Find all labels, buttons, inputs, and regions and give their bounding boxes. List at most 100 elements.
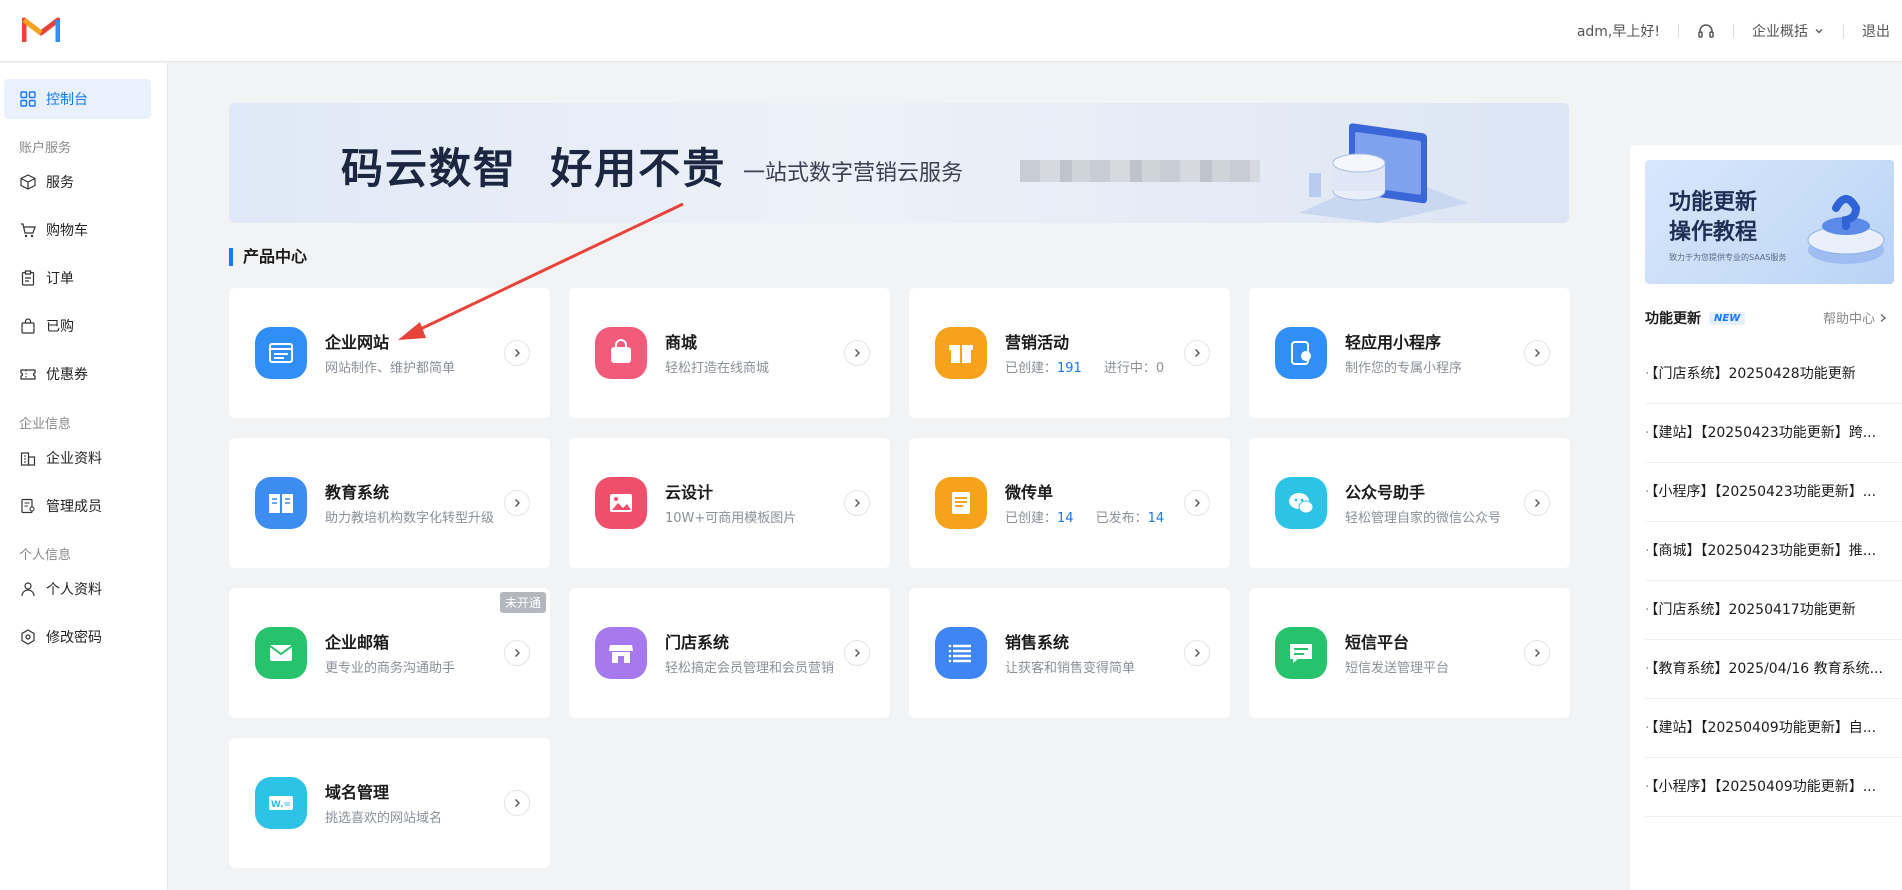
product-card[interactable]: 轻应用小程序 制作您的专属小程序: [1249, 288, 1570, 418]
update-item[interactable]: 【小程序】【20250409功能更新】...: [1645, 758, 1902, 817]
coupon-icon: [20, 369, 36, 380]
go-button[interactable]: [504, 490, 530, 516]
sidebar-item-purchased[interactable]: 已购: [4, 306, 151, 346]
product-card[interactable]: 未开通 企业邮箱 更专业的商务沟通助手: [229, 588, 550, 718]
product-card[interactable]: 门店系统 轻松搞定会员管理和会员营销: [569, 588, 890, 718]
product-card[interactable]: 教育系统 助力教培机构数字化转型升级: [229, 438, 550, 568]
tutorial-banner[interactable]: 功能更新 操作教程 致力于为您提供专业的SAAS服务: [1645, 160, 1894, 284]
product-title: 域名管理: [325, 783, 390, 802]
chevron-right-icon: [855, 649, 860, 657]
sidebar-item-cart[interactable]: 购物车: [4, 210, 151, 250]
product-title: 微传单: [1005, 483, 1054, 502]
stat-label: 已发布：: [1095, 511, 1148, 526]
product-desc: 短信发送管理平台: [1345, 661, 1450, 676]
sidebar-item-label: 控制台: [46, 92, 88, 108]
update-item[interactable]: 【教育系统】2025/04/16 教育系统...: [1645, 640, 1902, 699]
clipboard-icon: [21, 270, 35, 286]
product-desc: 挑选喜欢的网站域名: [325, 811, 443, 826]
go-button[interactable]: [844, 640, 870, 666]
sidebar-item-personal-profile[interactable]: 个人资料: [4, 569, 151, 609]
lock-icon: [21, 629, 35, 645]
top-header: adm,早上好! 企业概括 退出: [0, 0, 1902, 62]
go-button[interactable]: [1184, 640, 1210, 666]
sidebar-item-company-profile[interactable]: 企业资料: [4, 438, 151, 478]
sms-icon: [1275, 627, 1327, 679]
sidebar-group-title: 个人信息: [19, 548, 72, 563]
product-title: 轻应用小程序: [1345, 333, 1442, 352]
sidebar-item-members[interactable]: 管理成员: [4, 486, 151, 526]
sidebar-item-label: 已购: [46, 319, 74, 335]
svg-text:W.=: W.=: [271, 800, 291, 810]
sidebar-item-orders[interactable]: 订单: [4, 258, 151, 298]
sidebar-item-dashboard[interactable]: 控制台: [4, 79, 151, 119]
sidebar-item-change-password[interactable]: 修改密码: [4, 617, 151, 657]
chevron-right-icon: [1195, 499, 1200, 507]
go-button[interactable]: [1184, 490, 1210, 516]
sidebar-item-service[interactable]: 服务: [4, 162, 151, 202]
product-title: 企业网站: [325, 333, 390, 352]
promo-small-text: 致力于为您提供专业的SAAS服务: [1669, 253, 1787, 262]
stat-label: 进行中：: [1103, 361, 1156, 376]
shop-bag-icon: [595, 327, 647, 379]
product-title: 企业邮箱: [325, 633, 390, 652]
product-card[interactable]: 云设计 10W+可商用模板图片: [569, 438, 890, 568]
go-button[interactable]: [1184, 340, 1210, 366]
sidebar-item-label: 服务: [46, 175, 74, 191]
go-button[interactable]: [504, 340, 530, 366]
sidebar-item-coupons[interactable]: 优惠券: [4, 354, 151, 394]
product-desc: 让获客和销售变得简单: [1005, 661, 1136, 676]
product-card[interactable]: 商城 轻松打造在线商城: [569, 288, 890, 418]
product-card[interactable]: 销售系统让获客和销售变得简单: [909, 588, 1230, 718]
headset-icon[interactable]: [1697, 22, 1715, 40]
product-card[interactable]: 营销活动 已创建：191 进行中：0: [909, 288, 1230, 418]
product-card[interactable]: 公众号助手 轻松管理自家的微信公众号: [1249, 438, 1570, 568]
updates-panel: 功能更新 操作教程 致力于为您提供专业的SAAS服务 功能更新 NEW 帮助中心 …: [1630, 145, 1902, 890]
go-button[interactable]: [844, 490, 870, 516]
go-button[interactable]: [1524, 640, 1550, 666]
go-button[interactable]: [504, 640, 530, 666]
overview-dropdown[interactable]: 企业概括: [1752, 21, 1825, 41]
logout-link[interactable]: 退出: [1862, 21, 1890, 41]
chevron-right-icon: [515, 649, 520, 657]
stat-value: 191: [1057, 361, 1082, 376]
go-button[interactable]: [844, 340, 870, 366]
product-card[interactable]: 企业网站网站制作、维护都简单: [229, 288, 550, 418]
update-item[interactable]: 【商城】【20250423功能更新】推...: [1645, 522, 1902, 581]
list-icon: [935, 627, 987, 679]
stat-value: 0: [1155, 361, 1165, 376]
chevron-right-icon: [515, 499, 520, 507]
sidebar-item-label: 优惠券: [46, 367, 88, 383]
help-center-link[interactable]: 帮助中心: [1823, 308, 1888, 327]
product-title: 销售系统: [1005, 633, 1070, 652]
update-item[interactable]: 【小程序】【20250423功能更新】...: [1645, 463, 1902, 522]
chevron-right-icon: [1535, 349, 1540, 357]
promo-line2: 操作教程: [1669, 220, 1758, 245]
chevron-right-icon: [1195, 349, 1200, 357]
domain-icon: W.=: [255, 777, 307, 829]
members-icon: [21, 498, 35, 514]
update-item[interactable]: 【门店系统】20250417功能更新: [1645, 581, 1902, 640]
wechat-icon: [1275, 477, 1327, 529]
update-item[interactable]: 【建站】【20250423功能更新】跨...: [1645, 404, 1902, 463]
go-button[interactable]: [504, 790, 530, 816]
chevron-right-icon: [1535, 649, 1540, 657]
product-card[interactable]: W.= 域名管理挑选喜欢的网站域名: [229, 738, 550, 868]
product-desc: 10W+可商用模板图片: [665, 511, 797, 526]
sidebar-item-label: 管理成员: [46, 499, 102, 515]
go-button[interactable]: [1524, 340, 1550, 366]
logo-icon[interactable]: [22, 14, 60, 44]
product-desc: 轻松搞定会员管理和会员营销: [665, 661, 835, 676]
update-item[interactable]: 【门店系统】20250428功能更新: [1645, 345, 1902, 404]
promo-banner[interactable]: 码云数智 好用不贵 一站式数字营销云服务: [229, 103, 1569, 223]
update-item[interactable]: 【建站】【20250409功能更新】自...: [1645, 699, 1902, 758]
go-button[interactable]: [1524, 490, 1550, 516]
product-card[interactable]: 微传单 已创建：14 已发布：14: [909, 438, 1230, 568]
product-title: 教育系统: [325, 483, 390, 502]
sidebar-item-label: 个人资料: [46, 582, 102, 598]
sidebar-item-label: 订单: [46, 271, 74, 287]
box-icon: [20, 174, 36, 190]
chevron-right-icon: [515, 349, 520, 357]
product-card[interactable]: 短信平台 短信发送管理平台: [1249, 588, 1570, 718]
product-desc: 网站制作、维护都简单: [325, 361, 456, 376]
sidebar-item-label: 修改密码: [46, 630, 102, 646]
